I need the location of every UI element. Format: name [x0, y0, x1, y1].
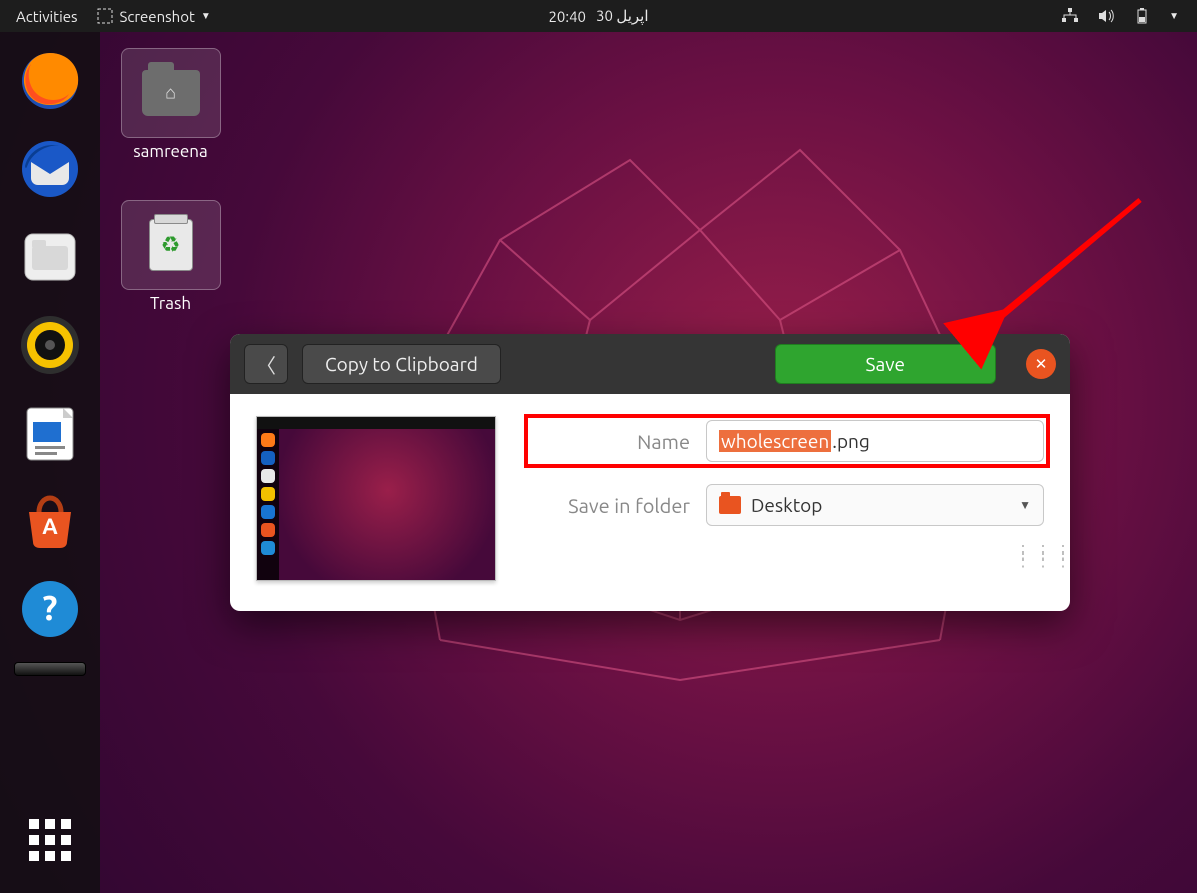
app-menu-label: Screenshot	[120, 8, 195, 25]
desktop-icon-label: Trash	[118, 294, 223, 313]
clock-date: اپریل 30	[596, 7, 649, 25]
folder-value: Desktop	[751, 494, 822, 516]
activities-button[interactable]: Activities	[16, 8, 78, 25]
dock: A ?	[0, 32, 100, 893]
filename-input[interactable]: wholescreen.png	[706, 420, 1044, 462]
dock-app-ubuntu-software[interactable]: A	[15, 486, 85, 556]
folder-row: Save in folder Desktop ▼	[530, 484, 1044, 526]
dock-running-indicator	[14, 662, 86, 676]
dock-app-files[interactable]	[15, 222, 85, 292]
chevron-down-icon: ▼	[1019, 498, 1031, 512]
battery-icon	[1133, 7, 1151, 25]
network-icon	[1061, 7, 1079, 25]
save-button[interactable]: Save	[775, 344, 996, 384]
app-menu[interactable]: Screenshot ▼	[96, 7, 211, 25]
close-button[interactable]: ✕	[1026, 349, 1056, 379]
chevron-down-icon: ▼	[201, 10, 211, 22]
svg-text:A: A	[42, 514, 58, 539]
button-label: Copy to Clipboard	[325, 353, 478, 375]
show-applications-button[interactable]	[15, 805, 85, 875]
screenshot-preview	[256, 416, 496, 581]
chevron-left-icon: 〈	[256, 350, 276, 379]
dock-app-help[interactable]: ?	[15, 574, 85, 644]
apps-grid-icon	[29, 819, 71, 861]
copy-to-clipboard-button[interactable]: Copy to Clipboard	[302, 344, 501, 384]
folder-icon: ⌂	[142, 70, 200, 116]
folder-icon	[719, 496, 741, 514]
svg-text:?: ?	[43, 589, 58, 627]
clock-time: 20:40	[548, 8, 586, 25]
desktop-icon-trash[interactable]: ♻ Trash	[118, 200, 223, 313]
clock[interactable]: 20:40 اپریل 30	[548, 7, 648, 25]
folder-label: Save in folder	[530, 494, 690, 517]
volume-icon	[1097, 7, 1115, 25]
dock-app-rhythmbox[interactable]	[15, 310, 85, 380]
dock-app-thunderbird[interactable]	[15, 134, 85, 204]
back-button[interactable]: 〈	[244, 344, 288, 384]
chevron-down-icon: ▼	[1169, 10, 1179, 22]
save-screenshot-dialog: 〈 Copy to Clipboard Save ✕ Name wholescr…	[230, 334, 1070, 611]
resize-grip-icon[interactable]: ⋮⋮⋮⋮⋮⋮	[1014, 548, 1038, 564]
button-label: Save	[866, 353, 905, 375]
recycle-icon: ♻	[161, 232, 181, 258]
desktop-icon-home[interactable]: ⌂ samreena	[118, 48, 223, 161]
screenshot-icon	[96, 7, 114, 25]
dialog-header: 〈 Copy to Clipboard Save ✕	[230, 334, 1070, 394]
desktop-icon-label: samreena	[118, 142, 223, 161]
filename-selected-text: wholescreen	[719, 430, 831, 452]
name-label: Name	[530, 430, 690, 453]
dialog-fields: Name wholescreen.png Save in folder Desk…	[530, 416, 1044, 581]
dock-app-firefox[interactable]	[15, 46, 85, 116]
name-row: Name wholescreen.png	[530, 420, 1044, 462]
dock-app-libreoffice-writer[interactable]	[15, 398, 85, 468]
close-icon: ✕	[1035, 355, 1048, 373]
status-area[interactable]: ▼	[1061, 7, 1197, 25]
home-icon: ⌂	[165, 83, 176, 104]
save-folder-combo[interactable]: Desktop ▼	[706, 484, 1044, 526]
top-bar: Activities Screenshot ▼ 20:40 اپریل 30 ▼	[0, 0, 1197, 32]
trash-icon: ♻	[149, 219, 193, 271]
filename-rest-text: .png	[832, 430, 870, 452]
